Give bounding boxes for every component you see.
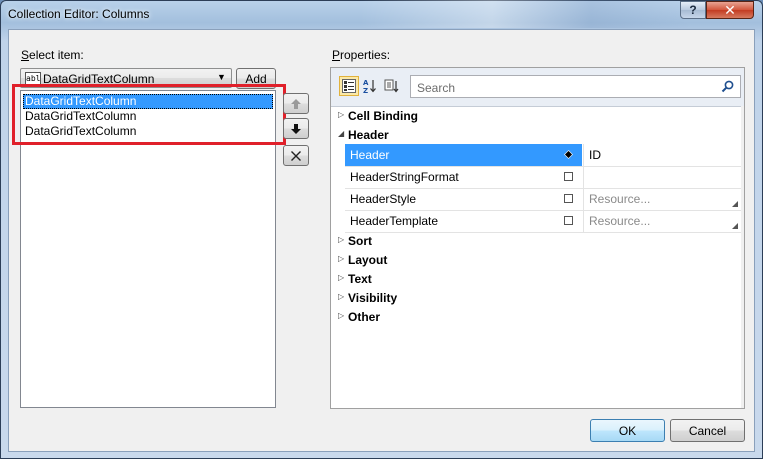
property-value[interactable] <box>583 166 741 188</box>
property-row-headerstyle[interactable]: HeaderStyle Resource... <box>345 188 742 211</box>
category-visibility[interactable]: ▷ Visibility <box>331 288 742 307</box>
expand-triangle-icon[interactable]: ▷ <box>338 292 344 301</box>
property-name: HeaderStyle <box>350 192 417 206</box>
property-value[interactable]: Resource... <box>583 210 741 232</box>
category-cell-binding[interactable]: ▷ Cell Binding <box>331 106 742 125</box>
move-up-button[interactable] <box>283 93 309 114</box>
expand-triangle-icon[interactable]: ▷ <box>338 110 344 119</box>
category-layout[interactable]: ▷ Layout <box>331 250 742 269</box>
expand-triangle-icon[interactable]: ▷ <box>338 311 344 320</box>
property-value[interactable]: ID <box>583 144 741 166</box>
default-value-square-icon[interactable] <box>564 194 573 203</box>
resource-corner-icon <box>732 223 738 229</box>
remove-button[interactable] <box>283 145 309 166</box>
title-glass <box>360 0 690 28</box>
window-title: Collection Editor: Columns <box>8 7 150 21</box>
close-icon: ✕ <box>724 1 736 18</box>
sort-source-icon <box>384 79 399 93</box>
property-name: HeaderTemplate <box>350 214 439 228</box>
property-name: HeaderStringFormat <box>350 170 459 184</box>
search-icon[interactable] <box>721 80 734 93</box>
property-row-headertemplate[interactable]: HeaderTemplate Resource... <box>345 210 742 233</box>
cancel-button[interactable]: Cancel <box>670 419 745 442</box>
move-down-button[interactable] <box>283 118 309 139</box>
annotation-highlight <box>12 84 286 145</box>
select-item-label: Select item: <box>21 48 84 62</box>
default-value-square-icon[interactable] <box>564 216 573 225</box>
expand-triangle-icon[interactable]: ▷ <box>338 235 344 244</box>
chevron-down-icon[interactable]: ▼ <box>217 72 226 82</box>
properties-label: Properties: <box>332 48 391 62</box>
sort-by-source-button[interactable] <box>382 76 402 96</box>
search-input[interactable] <box>415 78 709 97</box>
sort-az-icon: A Z <box>363 79 376 94</box>
resource-corner-icon <box>732 201 738 207</box>
svg-text:A: A <box>363 79 369 87</box>
expand-triangle-icon[interactable]: ▷ <box>338 254 344 263</box>
alphabetical-sort-button[interactable]: A Z <box>360 76 380 96</box>
property-name: Header <box>345 144 582 166</box>
property-value[interactable]: Resource... <box>583 188 741 210</box>
default-value-square-icon[interactable] <box>564 172 573 181</box>
categorized-icon <box>342 79 356 93</box>
ok-button[interactable]: OK <box>590 419 665 442</box>
category-header[interactable]: ◢ Header <box>331 125 742 144</box>
property-grid-scroll-track[interactable] <box>741 106 744 408</box>
delete-x-icon <box>291 150 301 161</box>
arrow-down-icon <box>291 123 301 134</box>
category-other[interactable]: ▷ Other <box>331 307 742 326</box>
close-button[interactable]: ✕ <box>706 1 754 19</box>
svg-text:Z: Z <box>363 87 368 94</box>
category-sort[interactable]: ▷ Sort <box>331 231 742 250</box>
arrow-up-icon <box>291 98 301 109</box>
property-row-headerstringformat[interactable]: HeaderStringFormat <box>345 166 742 189</box>
categorized-view-button[interactable] <box>339 76 359 96</box>
property-row-header[interactable]: Header ID <box>345 144 742 167</box>
help-icon: ? <box>689 3 697 17</box>
collapse-triangle-icon[interactable]: ◢ <box>338 129 344 138</box>
property-search[interactable] <box>410 75 741 98</box>
expand-triangle-icon[interactable]: ▷ <box>338 273 344 282</box>
title-bar[interactable]: Collection Editor: Columns ? ✕ <box>0 0 761 28</box>
local-value-diamond-icon[interactable] <box>564 150 573 159</box>
help-button[interactable]: ? <box>680 1 706 19</box>
property-rows: ▷ Cell Binding ◢ Header Header ID Header… <box>331 106 742 408</box>
category-text[interactable]: ▷ Text <box>331 269 742 288</box>
